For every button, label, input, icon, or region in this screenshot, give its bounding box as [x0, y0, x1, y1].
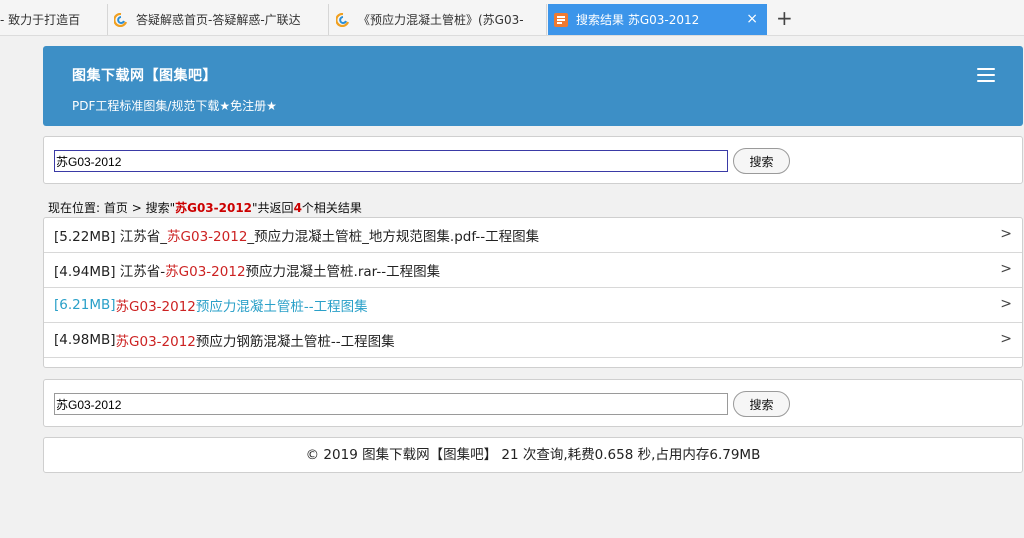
tab-1-title: - 致力于打造百: [0, 13, 81, 27]
page-footer: © 2019 图集下载网【图集吧】 21 次查询,耗费0.658 秒,占用内存6…: [43, 437, 1023, 473]
result-item[interactable]: [4.94MB] 江苏省- 苏G03-2012 预应力混凝土管桩.rar--工程图集…: [44, 253, 1022, 288]
guanglianda-favicon-icon: [336, 12, 350, 27]
site-header: 图集下载网【图集吧】 PDF工程标准图集/规范下载★免注册★: [43, 46, 1023, 126]
browser-tab-bar: - 致力于打造百 答疑解惑首页-答疑解惑-广联达 《预应力混凝土管桩》(苏G03…: [0, 0, 1024, 36]
breadcrumb-search-label: 搜索": [145, 201, 176, 215]
result-keyword: 苏G03-2012: [167, 229, 248, 245]
search-panel-top: 搜索: [43, 136, 1023, 184]
result-prefix: [6.21MB]: [54, 297, 116, 313]
search-input-top[interactable]: [54, 150, 728, 172]
breadcrumb-suffix: 个相关结果: [301, 201, 362, 215]
breadcrumb-mid: "共返回: [252, 201, 294, 215]
hamburger-menu-icon[interactable]: [977, 68, 995, 82]
result-keyword: 苏G03-2012: [115, 334, 196, 350]
breadcrumb-prefix: 现在位置:: [48, 201, 104, 215]
chevron-right-icon: >: [1000, 296, 1012, 312]
result-item[interactable]: [5.22MB] 江苏省_ 苏G03-2012 _预应力混凝土管桩_地方规范图集.p…: [44, 218, 1022, 253]
guanglianda-favicon-icon: [114, 12, 128, 27]
breadcrumb-separator: >: [127, 201, 146, 215]
new-tab-button[interactable]: +: [776, 8, 793, 28]
result-prefix: [4.98MB]: [54, 332, 116, 348]
search-input-bottom[interactable]: [54, 393, 728, 415]
search-button-bottom[interactable]: 搜索: [733, 391, 790, 417]
result-item[interactable]: [6.21MB] 苏G03-2012 预应力混凝土管桩--工程图集 >: [44, 288, 1022, 323]
result-count: 4: [293, 201, 302, 215]
tab-3-title: 《预应力混凝土管桩》(苏G03-: [358, 13, 524, 27]
tab-2-title: 答疑解惑首页-答疑解惑-广联达: [136, 13, 301, 27]
results-list: [5.22MB] 江苏省_ 苏G03-2012 _预应力混凝土管桩_地方规范图集.p…: [43, 217, 1023, 368]
breadcrumb-keyword: 苏G03-2012: [175, 201, 253, 215]
search-button-top[interactable]: 搜索: [733, 148, 790, 174]
search-panel-bottom: 搜索: [43, 379, 1023, 427]
result-suffix: 预应力钢筋混凝土管桩--工程图集: [195, 334, 395, 350]
result-item[interactable]: [4.98MB] 苏G03-2012 预应力钢筋混凝土管桩--工程图集 >: [44, 323, 1022, 358]
tab-3[interactable]: 《预应力混凝土管桩》(苏G03-: [330, 4, 547, 35]
chevron-right-icon: >: [1000, 261, 1012, 277]
result-keyword: 苏G03-2012: [165, 264, 246, 280]
result-suffix: 预应力混凝土管桩--工程图集: [195, 299, 368, 315]
result-suffix: _预应力混凝土管桩_地方规范图集.pdf--工程图集: [247, 229, 540, 245]
breadcrumb: 现在位置: 首页 > 搜索"苏G03-2012"共返回4个相关结果: [48, 199, 362, 216]
site-subtitle: PDF工程标准图集/规范下载★免注册★: [72, 99, 277, 113]
result-prefix: [4.94MB] 江苏省-: [54, 264, 166, 280]
chevron-right-icon: >: [1000, 226, 1012, 242]
page-favicon-icon: [554, 12, 568, 27]
tab-active-search[interactable]: 搜索结果 苏G03-2012 ×: [548, 4, 767, 35]
tab-2[interactable]: 答疑解惑首页-答疑解惑-广联达: [108, 4, 329, 35]
result-keyword: 苏G03-2012: [115, 299, 196, 315]
tab-active-title: 搜索结果 苏G03-2012: [576, 13, 700, 27]
breadcrumb-home-link[interactable]: 首页: [104, 201, 128, 215]
close-tab-icon[interactable]: ×: [746, 11, 758, 27]
site-title[interactable]: 图集下载网【图集吧】: [72, 65, 217, 85]
result-prefix: [5.22MB] 江苏省_: [54, 229, 168, 245]
tab-1[interactable]: - 致力于打造百: [0, 4, 108, 35]
result-suffix: 预应力混凝土管桩.rar--工程图集: [245, 264, 441, 280]
chevron-right-icon: >: [1000, 331, 1012, 347]
